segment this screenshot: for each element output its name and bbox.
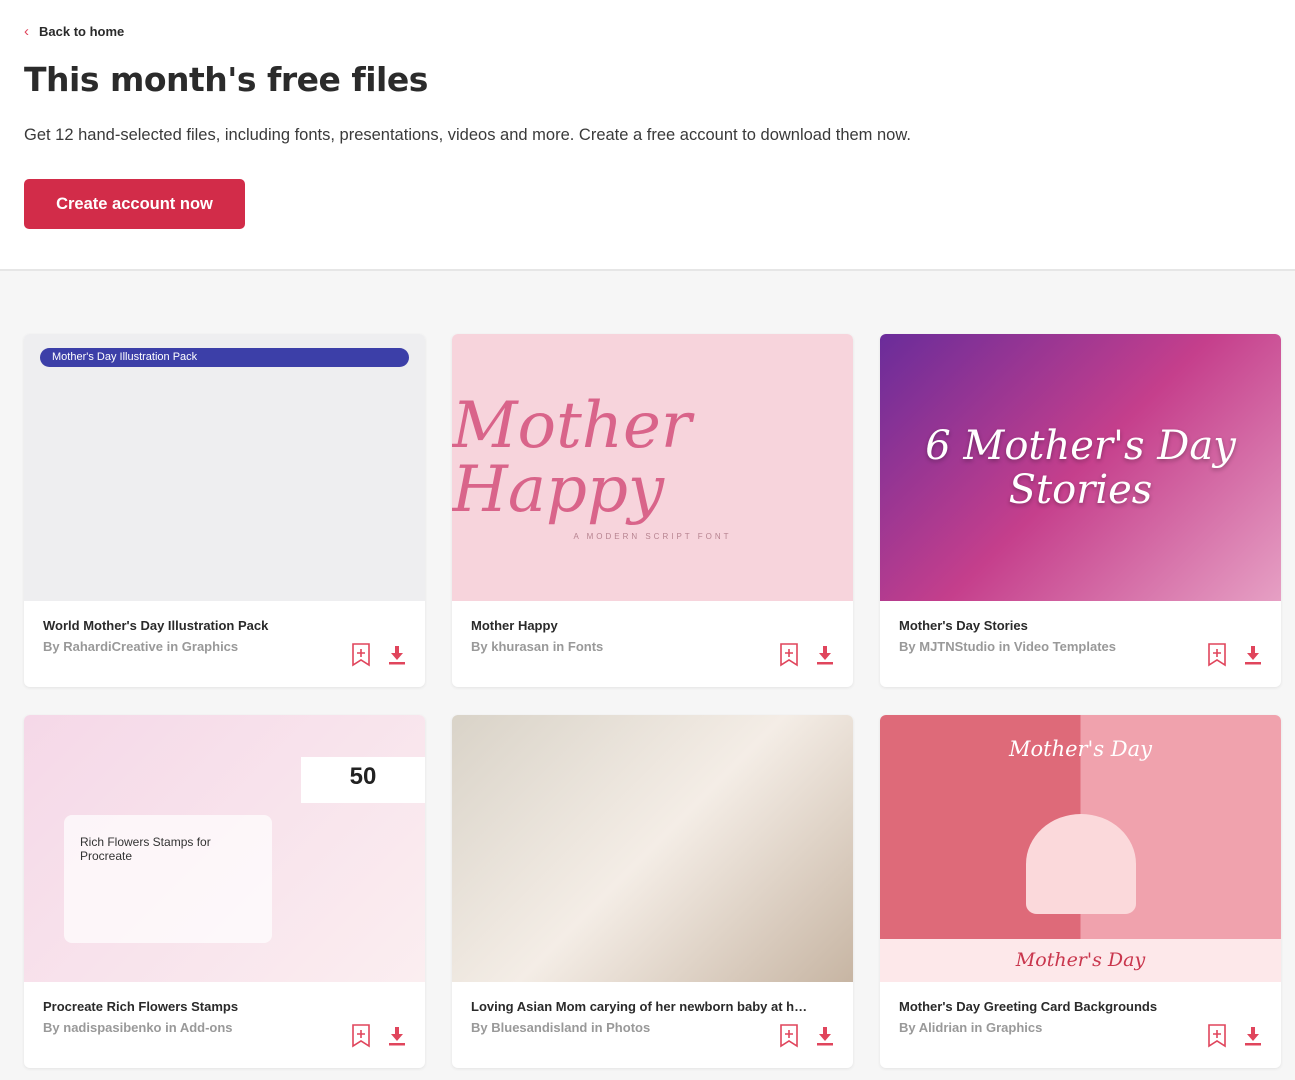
thumb-subtext: A MODERN SCRIPT FONT <box>573 532 732 541</box>
author-link[interactable]: Bluesandisland <box>491 1020 587 1035</box>
download-icon[interactable] <box>1243 643 1263 667</box>
back-to-home-link[interactable]: ‹ Back to home <box>24 23 124 40</box>
card-title[interactable]: Procreate Rich Flowers Stamps <box>43 999 383 1014</box>
author-link[interactable]: khurasan <box>491 639 549 654</box>
thumbnail[interactable]: Mother Happy A MODERN SCRIPT FONT <box>452 334 853 601</box>
page-header: ‹ Back to home This month's free files G… <box>0 0 1295 271</box>
in-label: in <box>998 639 1011 654</box>
in-label: in <box>166 639 179 654</box>
by-label: By <box>899 639 916 654</box>
in-label: in <box>970 1020 983 1035</box>
card-title[interactable]: Loving Asian Mom carying of her newborn … <box>471 999 811 1014</box>
by-label: By <box>43 1020 60 1035</box>
chevron-left-icon: ‹ <box>24 23 29 40</box>
by-label: By <box>899 1020 916 1035</box>
page-subtitle: Get 12 hand-selected files, including fo… <box>24 126 911 144</box>
download-icon[interactable] <box>387 1024 407 1048</box>
thumbnail[interactable]: Mother's Day Mother's Day <box>880 715 1281 982</box>
category-link[interactable]: Add-ons <box>180 1020 233 1035</box>
by-label: By <box>471 639 488 654</box>
category-link[interactable]: Graphics <box>182 639 238 654</box>
bookmark-plus-icon[interactable] <box>1207 1024 1227 1048</box>
category-link[interactable]: Graphics <box>986 1020 1042 1035</box>
thumbnail[interactable]: 50 Rich Flowers Stamps for Procreate <box>24 715 425 982</box>
page-title: This month's free files <box>24 60 428 99</box>
heart-graphic <box>1025 813 1136 914</box>
create-account-button[interactable]: Create account now <box>24 179 245 229</box>
category-link[interactable]: Video Templates <box>1014 639 1116 654</box>
thumb-text: Mother Happy <box>452 389 692 527</box>
file-card[interactable]: Mother's Day Mother's Day Mother's Day Gr… <box>880 715 1281 1068</box>
bookmark-plus-icon[interactable] <box>1207 643 1227 667</box>
thumb-text: Mother's Day <box>1008 737 1153 761</box>
category-link[interactable]: Photos <box>606 1020 650 1035</box>
download-icon[interactable] <box>387 643 407 667</box>
file-card[interactable]: Loving Asian Mom carying of her newborn … <box>452 715 853 1068</box>
thumbnail-photo[interactable] <box>452 715 853 982</box>
thumb-subtext: 50 <box>301 757 425 803</box>
thumb-subtext: Mother's Day <box>880 939 1281 982</box>
card-title[interactable]: Mother's Day Stories <box>899 618 1239 633</box>
file-card[interactable]: 6 Mother's Day Stories Mother's Day Stor… <box>880 334 1281 687</box>
download-icon[interactable] <box>815 643 835 667</box>
thumbnail[interactable]: 6 Mother's Day Stories <box>880 334 1281 601</box>
download-icon[interactable] <box>1243 1024 1263 1048</box>
author-link[interactable]: nadispasibenko <box>63 1020 161 1035</box>
in-label: in <box>590 1020 603 1035</box>
author-link[interactable]: Alidrian <box>919 1020 967 1035</box>
files-grid: Mother's Day Illustration Pack World Mot… <box>24 334 1281 1068</box>
in-label: in <box>552 639 565 654</box>
card-title[interactable]: World Mother's Day Illustration Pack <box>43 618 383 633</box>
bookmark-plus-icon[interactable] <box>351 643 371 667</box>
category-link[interactable]: Fonts <box>568 639 603 654</box>
file-card[interactable]: Mother's Day Illustration Pack World Mot… <box>24 334 425 687</box>
bookmark-plus-icon[interactable] <box>779 1024 799 1048</box>
bookmark-plus-icon[interactable] <box>351 1024 371 1048</box>
thumb-text: Mother's Day Illustration Pack <box>40 348 409 367</box>
by-label: By <box>43 639 60 654</box>
thumb-text: Rich Flowers Stamps for Procreate <box>64 815 272 943</box>
card-title[interactable]: Mother's Day Greeting Card Backgrounds <box>899 999 1239 1014</box>
file-card[interactable]: Mother Happy A MODERN SCRIPT FONT Mother … <box>452 334 853 687</box>
author-link[interactable]: MJTNStudio <box>919 639 995 654</box>
card-title[interactable]: Mother Happy <box>471 618 811 633</box>
in-label: in <box>165 1020 177 1035</box>
by-label: By <box>471 1020 488 1035</box>
author-link[interactable]: RahardiCreative <box>63 639 163 654</box>
file-card[interactable]: 50 Rich Flowers Stamps for Procreate Proc… <box>24 715 425 1068</box>
bookmark-plus-icon[interactable] <box>779 643 799 667</box>
back-label: Back to home <box>39 24 125 39</box>
thumbnail[interactable]: Mother's Day Illustration Pack <box>24 334 425 601</box>
thumb-text: 6 Mother's Day Stories <box>925 422 1236 513</box>
download-icon[interactable] <box>815 1024 835 1048</box>
